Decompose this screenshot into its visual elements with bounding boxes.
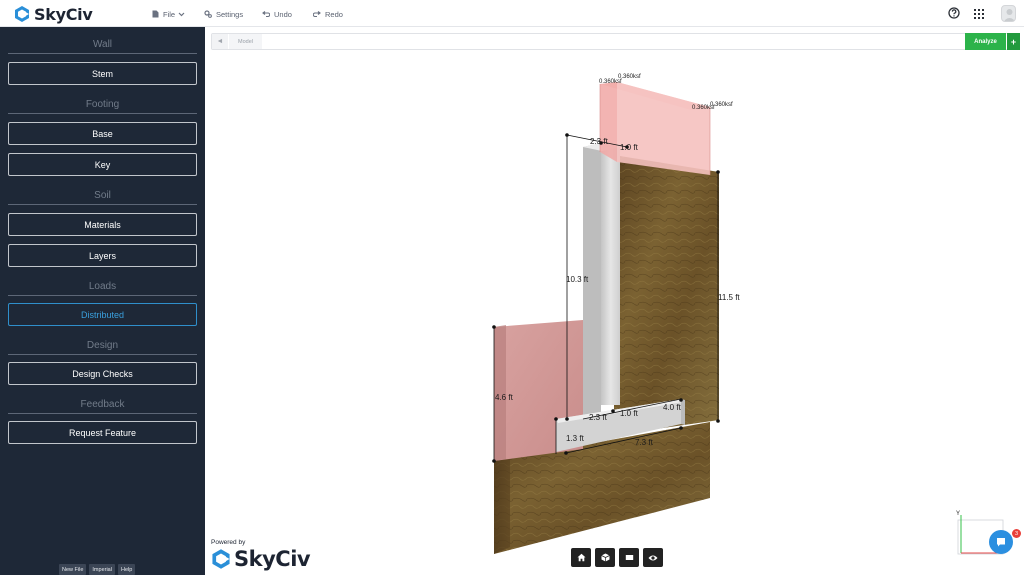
dim-stem-height: 10.3 ft	[566, 275, 589, 284]
dim-retained-height: 11.5 ft	[718, 293, 740, 302]
sidebar-footer: New File Imperial Help	[59, 564, 136, 575]
top-bar: SkyCiv File Settings Undo Redo	[0, 0, 1024, 27]
logo-text: SkyCiv	[34, 4, 93, 24]
chat-icon	[997, 538, 1005, 547]
undo-icon	[262, 10, 270, 17]
stem-button[interactable]: Stem	[8, 62, 197, 85]
settings-menu[interactable]: Settings	[204, 7, 243, 21]
dim-heel-length: 4.0 ft	[663, 403, 682, 412]
section-divider	[8, 204, 197, 205]
wall-3d-model: 0.360ksf 0.360ksf 0.360ksf 0.360ksf 2.3 …	[492, 74, 1005, 555]
user-avatar[interactable]	[1001, 5, 1016, 22]
3d-view-button[interactable]	[595, 548, 615, 567]
notification-badge: 3	[1012, 529, 1021, 538]
help-button[interactable]: Help	[117, 564, 136, 575]
gear-icon	[204, 10, 212, 18]
skyciv-logo-icon	[15, 6, 29, 22]
surcharge-load	[599, 82, 711, 175]
skyciv-logo-icon	[212, 549, 230, 569]
powered-label: Powered by	[211, 539, 246, 546]
home-icon	[577, 553, 585, 562]
section-divider	[8, 295, 197, 296]
skyciv-logo[interactable]: SkyCiv	[14, 4, 93, 24]
section-title-wall: Wall	[92, 39, 113, 50]
cube-icon	[600, 553, 610, 562]
settings-label: Settings	[216, 9, 244, 19]
2d-view-button[interactable]	[619, 548, 639, 567]
section-divider	[8, 113, 197, 114]
apps-grid-icon[interactable]	[974, 9, 984, 19]
visibility-button[interactable]	[643, 548, 663, 567]
file-label: File	[163, 9, 176, 19]
wall-stem	[583, 143, 620, 421]
dim-footing-thickness: 1.3 ft	[566, 434, 585, 443]
dim-stem-base-width: 1.0 ft	[620, 409, 639, 418]
load-label-2: 0.360ksf	[618, 74, 641, 80]
view-controls	[571, 548, 663, 567]
backfill-soil	[614, 156, 719, 435]
file-menu[interactable]: File	[152, 7, 189, 21]
main-canvas[interactable]: ◄ Model Analyze + 0.360ksf 0.360ksf 0.36…	[205, 27, 1024, 575]
key-button[interactable]: Key	[8, 153, 197, 176]
dim-toe-length: 2.3 ft	[589, 413, 608, 422]
request-feature-button[interactable]: Request Feature	[8, 421, 197, 444]
rectangle-icon	[625, 555, 633, 560]
design-checks-button[interactable]: Design Checks	[8, 362, 197, 385]
file-icon	[152, 10, 159, 18]
distributed-button[interactable]: Distributed	[8, 303, 197, 326]
base-button[interactable]: Base	[8, 122, 197, 145]
section-title-loads: Loads	[88, 281, 117, 292]
eye-icon	[648, 555, 658, 560]
help-icon[interactable]	[948, 7, 960, 19]
dim-footing-length: 7.3 ft	[635, 438, 654, 447]
section-divider	[8, 413, 197, 414]
undo-button[interactable]: Undo	[262, 7, 292, 21]
section-title-feedback: Feedback	[80, 399, 125, 410]
section-title-soil: Soil	[94, 190, 111, 201]
section-divider	[8, 53, 197, 54]
dim-stem-top-width: 2.3 ft	[590, 137, 609, 146]
powered-by: Powered by SkyCiv	[211, 539, 311, 571]
powered-logo-text: SkyCiv	[234, 547, 311, 571]
chevron-down-icon	[178, 12, 185, 16]
redo-button[interactable]: Redo	[313, 7, 343, 21]
new-file-button[interactable]: New File	[59, 564, 87, 575]
units-button[interactable]: Imperial	[89, 564, 115, 575]
sidebar: Wall Stem Footing Base Key Soil Material…	[0, 27, 205, 575]
chat-button[interactable]	[989, 530, 1013, 554]
section-title-footing: Footing	[85, 99, 120, 110]
axis-y-label: Y	[956, 511, 960, 517]
redo-icon	[313, 10, 321, 17]
undo-label: Undo	[274, 9, 292, 19]
section-title-design: Design	[86, 340, 119, 351]
dim-front-soil-height: 4.6 ft	[495, 393, 514, 402]
materials-button[interactable]: Materials	[8, 213, 197, 236]
redo-label: Redo	[325, 9, 343, 19]
load-label-4: 0.360ksf	[710, 102, 733, 108]
home-view-button[interactable]	[571, 548, 591, 567]
user-icon	[1004, 9, 1015, 21]
powered-logo[interactable]: SkyCiv	[211, 547, 311, 571]
dim-stem-top-offset: 1.0 ft	[620, 143, 639, 152]
section-divider	[8, 354, 197, 355]
layers-button[interactable]: Layers	[8, 244, 197, 267]
